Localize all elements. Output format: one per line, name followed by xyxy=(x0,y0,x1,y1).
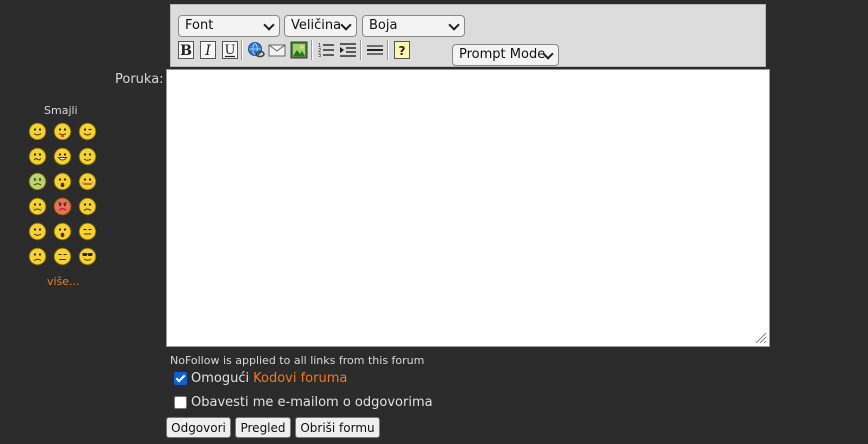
toolbar-separator xyxy=(360,40,362,60)
nofollow-notice: NoFollow is applied to all links from th… xyxy=(170,354,425,367)
message-textarea[interactable] xyxy=(166,69,770,347)
smiley-grin-icon[interactable] xyxy=(53,147,72,166)
numbered-list-icon: 1 2 3 xyxy=(318,43,334,59)
smiley-surprised-icon[interactable] xyxy=(53,222,72,241)
smiley-sad-icon[interactable] xyxy=(78,197,97,216)
notify-email-label: Obavesti me e-mailom o odgovorima xyxy=(191,395,433,410)
color-select[interactable]: Boja xyxy=(362,15,465,37)
editor-toolbar: Font Veličina Boja B I U 1 2 3 ? Prompt … xyxy=(170,4,766,67)
toolbar-separator xyxy=(241,40,243,60)
chevron-down-icon xyxy=(263,19,275,31)
prompt-mode-value: Prompt Mode xyxy=(459,47,546,62)
smiley-sleepy-icon[interactable] xyxy=(78,222,97,241)
numbered-list-button[interactable]: 1 2 3 xyxy=(316,40,336,60)
underline-icon: U xyxy=(222,41,238,59)
smiley-frown-icon[interactable] xyxy=(28,247,47,266)
smiley-tongue-icon[interactable] xyxy=(53,122,72,141)
svg-text:3: 3 xyxy=(318,53,321,59)
smiley-star-icon[interactable] xyxy=(28,222,47,241)
svg-text:B: B xyxy=(180,43,192,59)
smiley-sunglasses-icon[interactable] xyxy=(78,247,97,266)
smiley-confused-icon[interactable] xyxy=(28,147,47,166)
reply-button[interactable]: Odgovori xyxy=(166,417,231,438)
smiley-blush-icon[interactable] xyxy=(78,172,97,191)
color-select-value: Boja xyxy=(369,18,398,33)
enable-codes-label: Omogući xyxy=(191,371,250,386)
insert-email-button[interactable] xyxy=(267,40,287,60)
smilies-title: Smajli xyxy=(44,104,78,117)
size-select[interactable]: Veličina xyxy=(284,15,357,37)
help-button[interactable]: ? xyxy=(392,40,412,60)
globe-link-icon xyxy=(248,42,265,58)
smiley-wink-icon[interactable] xyxy=(78,122,97,141)
svg-text:U: U xyxy=(225,43,236,58)
more-smilies-link[interactable]: više... xyxy=(47,275,80,288)
font-select-value: Font xyxy=(185,18,214,33)
svg-text:I: I xyxy=(204,43,211,59)
image-icon xyxy=(290,41,308,59)
indent-icon xyxy=(340,43,356,57)
smiley-angry-icon[interactable] xyxy=(53,197,72,216)
smiley-neutral-icon[interactable] xyxy=(53,247,72,266)
insert-image-button[interactable] xyxy=(289,40,309,60)
notify-email-checkbox[interactable] xyxy=(174,396,187,409)
smiley-sick-icon[interactable] xyxy=(28,172,47,191)
insert-link-button[interactable] xyxy=(246,40,266,60)
prompt-mode-select[interactable]: Prompt Mode xyxy=(452,44,559,66)
enable-codes-option: Omogući Kodovi foruma xyxy=(174,371,347,386)
bold-icon: B xyxy=(178,41,194,59)
font-select[interactable]: Font xyxy=(178,15,280,37)
indent-button[interactable] xyxy=(338,40,358,60)
help-icon: ? xyxy=(394,41,410,59)
underline-button[interactable]: U xyxy=(220,40,240,60)
smiley-cry-icon[interactable] xyxy=(28,197,47,216)
italic-icon: I xyxy=(200,41,216,59)
chevron-down-icon xyxy=(448,19,460,31)
smiley-cool-icon[interactable] xyxy=(78,147,97,166)
resize-grip-icon[interactable] xyxy=(753,330,767,344)
message-label: Poruka: xyxy=(115,72,164,87)
horizontal-rule-button[interactable] xyxy=(365,40,385,60)
chevron-down-icon xyxy=(340,19,352,31)
bold-button[interactable]: B xyxy=(176,40,196,60)
toolbar-separator xyxy=(387,40,389,60)
smiley-shocked-icon[interactable] xyxy=(53,172,72,191)
svg-text:?: ? xyxy=(399,44,406,58)
envelope-icon xyxy=(268,44,286,57)
size-select-value: Veličina xyxy=(291,18,342,33)
italic-button[interactable]: I xyxy=(198,40,218,60)
toolbar-separator xyxy=(311,40,313,60)
clear-form-button[interactable]: Obriši formu xyxy=(295,417,380,438)
enable-codes-checkbox[interactable] xyxy=(174,372,187,385)
preview-button[interactable]: Pregled xyxy=(235,417,291,438)
horizontal-rule-icon xyxy=(367,45,383,55)
smiley-smile-icon[interactable] xyxy=(28,122,47,141)
notify-email-option: Obavesti me e-mailom o odgovorima xyxy=(174,395,433,410)
forum-codes-link[interactable]: Kodovi foruma xyxy=(253,371,347,386)
